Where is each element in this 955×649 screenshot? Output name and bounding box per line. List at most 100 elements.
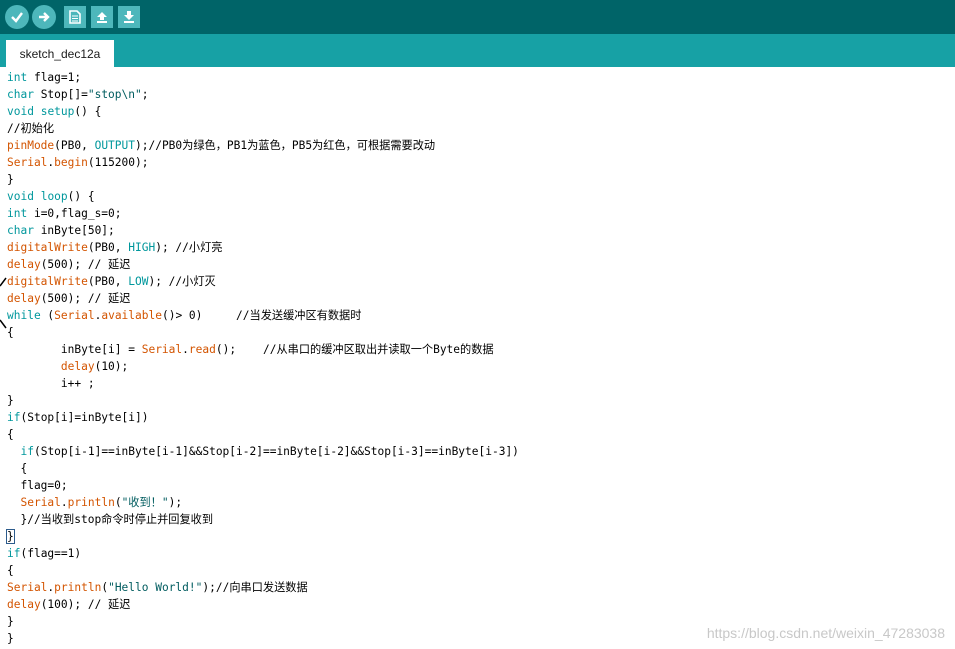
arrow-right-icon (39, 12, 50, 22)
verify-button[interactable] (5, 5, 29, 29)
code-editor[interactable]: int flag=1; char Stop[]="stop\n"; void set… (0, 67, 955, 649)
code-token: while (7, 309, 41, 322)
code-token: (); //从串口的缓冲区取出并读取一个Byte的数据 (215, 343, 494, 356)
toolbar (0, 0, 955, 34)
code-token: Serial (7, 581, 48, 594)
code-line: Serial.begin(115200); (7, 154, 148, 171)
code-token: loop (40, 190, 68, 203)
code-token: delay (7, 258, 41, 271)
code-token: Serial (20, 496, 61, 509)
code-token: (flag==1) (20, 547, 82, 560)
code-line: digitalWrite(PB0, LOW); //小灯灭 (7, 273, 216, 290)
code-token: LOW (128, 275, 149, 288)
code-line: Serial.println("收到！"); (7, 494, 182, 511)
code-token: delay (7, 292, 41, 305)
code-token: ( (114, 496, 122, 509)
code-token: { (7, 462, 28, 475)
code-token: available (101, 309, 162, 322)
code-token: if (7, 411, 21, 424)
code-token: char (7, 224, 34, 237)
code-token: (Stop[i]=inByte[i]) (20, 411, 149, 424)
code-token: Stop[]= (33, 88, 88, 101)
code-token: Serial (7, 156, 48, 169)
code-token: void (7, 105, 34, 118)
code-token: } (7, 615, 14, 628)
tab-sketch[interactable]: sketch_dec12a (6, 40, 114, 67)
code-line: { (7, 562, 14, 579)
code-token: (500); // 延迟 (40, 258, 131, 271)
code-line: pinMode(PB0, OUTPUT);//PB0为绿色，PB1为蓝色，PB5… (7, 137, 435, 154)
code-token: (PB0, (87, 241, 129, 254)
code-token: delay (7, 598, 41, 611)
open-button[interactable] (91, 6, 113, 28)
code-line: digitalWrite(PB0, HIGH); //小灯亮 (7, 239, 222, 256)
code-token: (PB0, (87, 275, 129, 288)
new-button[interactable] (64, 6, 86, 28)
tab-label: sketch_dec12a (19, 46, 101, 61)
code-token: digitalWrite (7, 275, 88, 288)
code-token: (Stop[i-1]==inByte[i-1]&&Stop[i-2]==inBy… (33, 445, 519, 458)
code-line: Serial.println("Hello World!");//向串口发送数据 (7, 579, 308, 596)
code-token: inByte[50]; (33, 224, 115, 237)
code-token: () { (67, 190, 95, 203)
code-token: } (7, 394, 14, 407)
code-token: );//PB0为绿色，PB1为蓝色，PB5为红色，可根据需要改动 (135, 139, 436, 152)
code-token: } (7, 173, 14, 186)
save-button[interactable] (118, 6, 140, 28)
code-line: int flag=1; (7, 69, 81, 86)
code-token: flag=1; (27, 71, 82, 84)
code-line: inByte[i] = Serial.read(); //从串口的缓冲区取出并读… (7, 341, 494, 358)
code-token: pinMode (7, 139, 55, 152)
code-token: println (54, 581, 102, 594)
check-icon (11, 12, 23, 23)
code-token: flag=0; (7, 479, 68, 492)
upload-button[interactable] (32, 5, 56, 29)
code-line: { (7, 460, 27, 477)
code-token: digitalWrite (7, 241, 88, 254)
tab-bar: sketch_dec12a (0, 34, 955, 67)
code-token: "stop\n" (87, 88, 142, 101)
code-line: if(flag==1) (7, 545, 81, 562)
code-line: i++ ; (7, 375, 95, 392)
code-token: { (7, 564, 14, 577)
code-token: { (7, 326, 14, 339)
code-token: (PB0, (54, 139, 95, 152)
code-line: if(Stop[i]=inByte[i]) (7, 409, 148, 426)
code-line: { (7, 324, 14, 341)
code-line: if(Stop[i-1]==inByte[i-1]&&Stop[i-2]==in… (7, 443, 519, 460)
code-token: if (20, 445, 34, 458)
code-token: delay (60, 360, 95, 373)
code-token: (100); // 延迟 (40, 598, 131, 611)
code-token: HIGH (128, 241, 156, 254)
code-line: delay(10); (7, 358, 128, 375)
code-token: inByte[i] = (7, 343, 142, 356)
code-line: char Stop[]="stop\n"; (7, 86, 148, 103)
code-token: int (7, 71, 28, 84)
code-token: . (182, 343, 189, 356)
code-line: } (7, 613, 14, 630)
code-token: void (7, 190, 34, 203)
code-token: Serial (141, 343, 183, 356)
code-token: read (188, 343, 216, 356)
code-line: delay(100); // 延迟 (7, 596, 130, 613)
code-line: } (7, 171, 14, 188)
code-token: "收到！" (121, 496, 169, 509)
code-token: (500); // 延迟 (40, 292, 131, 305)
code-token: ); //小灯灭 (148, 275, 216, 288)
code-token: char (7, 88, 34, 101)
code-line: }//当收到stop命令时停止并回复收到 (7, 511, 213, 528)
code-token: //初始化 (7, 122, 55, 135)
code-token: } (7, 632, 14, 645)
code-token: i=0,flag_s=0; (27, 207, 122, 220)
code-token: "Hello World!" (108, 581, 203, 594)
code-token: setup (40, 105, 75, 118)
code-line: } (7, 630, 14, 647)
code-token: int (7, 207, 28, 220)
code-token: begin (54, 156, 88, 169)
code-token: . (60, 496, 68, 509)
code-token: Serial (54, 309, 95, 322)
code-token: () { (74, 105, 102, 118)
code-line: flag=0; (7, 477, 68, 494)
